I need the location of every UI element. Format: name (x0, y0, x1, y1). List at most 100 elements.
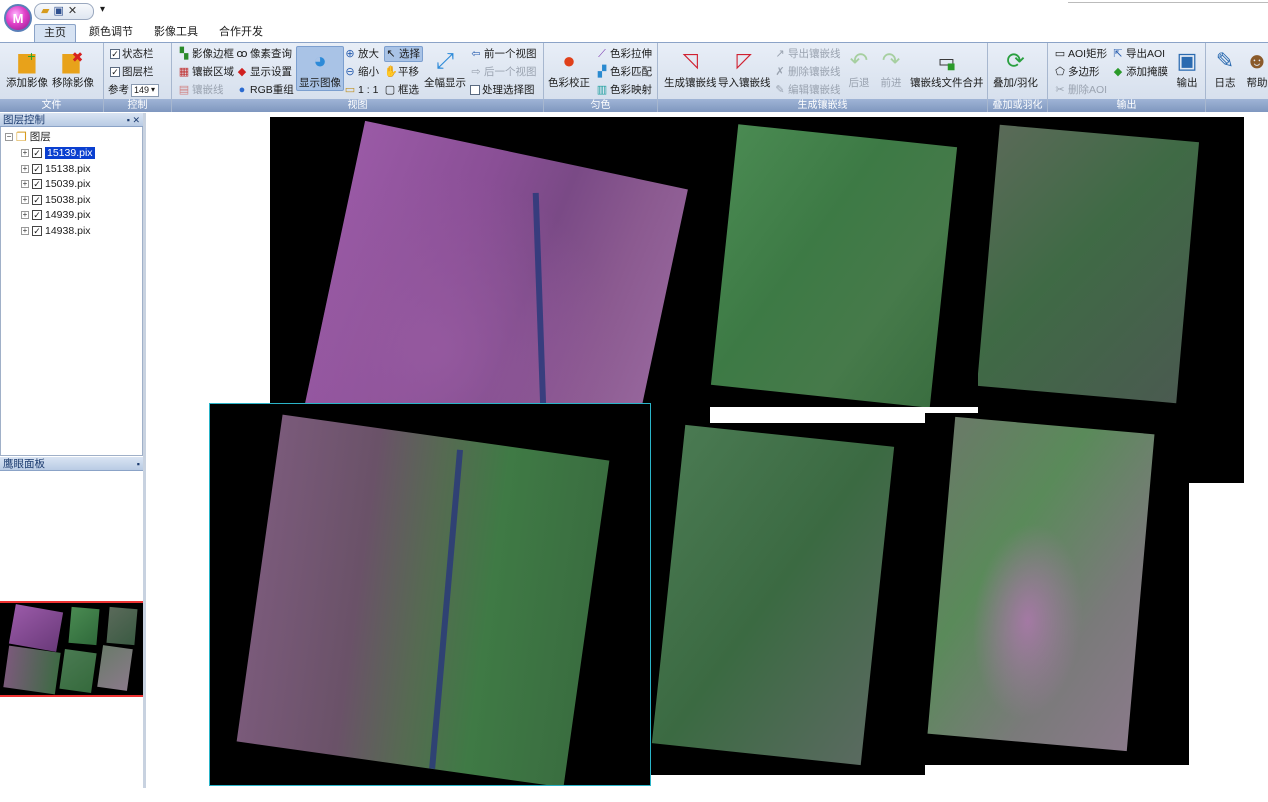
quick-access-dropdown[interactable]: ▾ (100, 4, 105, 15)
overlay-feather-button[interactable]: ⟳ 叠加/羽化 (993, 47, 1038, 90)
seamline-button[interactable]: ▤ 镶嵌线 (178, 82, 224, 98)
show-image-button[interactable]: ◕ 显示图像 (296, 46, 344, 91)
layer-item-14939[interactable]: + ✓ 14939.pix (21, 207, 91, 222)
layer-root[interactable]: − ❐ 图层 (5, 129, 51, 144)
polygon-button[interactable]: ⬠ 多边形 (1054, 64, 1099, 80)
satellite-scene (978, 124, 1200, 404)
color-mapping-icon: ▥ (596, 83, 608, 96)
color-mapping-button[interactable]: ▥ 色彩映射 (596, 82, 652, 98)
layer-item-15139[interactable]: + ✓ 15139.pix (21, 145, 95, 160)
select-tool-button[interactable]: ↖ 选择 (384, 46, 423, 62)
zoom-out-button[interactable]: ⊖ 缩小 (344, 64, 379, 80)
layer-checkbox[interactable]: ✓ (32, 209, 42, 220)
generate-seamline-button[interactable]: ◹ 生成镶嵌线 (664, 47, 717, 90)
undo-button[interactable]: ↶ 后退 (844, 47, 874, 90)
layer-item-15039[interactable]: + ✓ 15039.pix (21, 176, 91, 191)
layer-checkbox[interactable]: ✓ (32, 225, 42, 236)
one-to-one-button[interactable]: ▭ 1 : 1 (344, 82, 379, 98)
close-icon[interactable]: ✕ (68, 6, 77, 17)
overview-map[interactable] (0, 471, 143, 802)
next-view-button[interactable]: ⇨ 后一个视图 (470, 64, 536, 80)
map-view[interactable]: https://blog.csdn.net/C_Bright (147, 113, 1268, 788)
folder-open-icon[interactable]: ▰ (41, 6, 49, 17)
box-select-button[interactable]: ▢ 框选 (384, 82, 419, 98)
seamline-icon: ▤ (178, 83, 190, 96)
ribbon-tabs: 主页 颜色调节 影像工具 合作开发 (0, 24, 1268, 42)
layer-checkbox[interactable]: ✓ (32, 178, 42, 189)
layer-tree: − ❐ 图层 + ✓ 15139.pix + ✓ 15138.pix + ✓ 1… (0, 127, 143, 456)
hand-icon: ✋ (384, 65, 398, 78)
edit-seamline-button[interactable]: ✎ 编辑镶嵌线 (774, 82, 840, 98)
color-correction-button[interactable]: ● 色彩校正 (548, 47, 590, 90)
previous-view-button[interactable]: ⇦ 前一个视图 (470, 46, 536, 62)
zoom-in-button[interactable]: ⊕ 放大 (344, 46, 379, 62)
color-stretch-button[interactable]: ⟋ 色彩拉伸 (596, 46, 652, 62)
expand-icon[interactable]: + (21, 148, 29, 157)
tab-home[interactable]: 主页 (34, 24, 76, 42)
forward-arrow-icon: ⇨ (471, 65, 481, 78)
layerbar-toggle[interactable]: ✓ 图层栏 (110, 64, 154, 80)
add-image-button[interactable]: ▆ + 添加影像 (6, 47, 48, 90)
collapse-icon[interactable]: − (5, 132, 13, 141)
layer-item-14938[interactable]: + ✓ 14938.pix (21, 223, 91, 238)
layer-checkbox[interactable]: ✓ (32, 194, 42, 205)
output-button[interactable]: ▣ 输出 (1172, 47, 1202, 90)
app-menu-button[interactable]: M (4, 4, 32, 32)
help-button[interactable]: ☻ 帮助 (1242, 47, 1268, 90)
checkbox-icon (470, 85, 480, 95)
layer-item-15038[interactable]: + ✓ 15038.pix (21, 192, 91, 207)
expand-icon[interactable]: + (21, 164, 29, 173)
redo-button[interactable]: ↷ 前进 (876, 47, 906, 90)
pin-close-icons[interactable]: ▪ ✕ (127, 113, 140, 127)
tab-color-adjust[interactable]: 颜色调节 (80, 24, 142, 42)
add-mask-button[interactable]: ◆ 添加掩膜 (1112, 64, 1168, 80)
delete-aoi-button[interactable]: ✂ 删除AOI (1054, 82, 1107, 98)
merge-seamline-files-button[interactable]: ▭ ■ 镶嵌线文件合并 (910, 47, 984, 90)
redo-arrow-icon: ↷ (881, 48, 901, 73)
image-tile-14938[interactable] (925, 413, 1189, 765)
image-tile-14939[interactable] (209, 403, 651, 786)
aoi-rectangle-button[interactable]: ▭ AOI矩形 (1054, 46, 1107, 62)
process-selected-button[interactable]: 处理选择图 (470, 82, 535, 98)
layer-checkbox[interactable]: ✓ (32, 163, 42, 174)
pixel-query-button[interactable]: ꝏ 像素查询 (236, 46, 292, 62)
layer-item-15138[interactable]: + ✓ 15138.pix (21, 161, 91, 176)
expand-icon[interactable]: + (21, 226, 29, 235)
title-bar: M ▰ ▣ ✕ ▾ (0, 0, 1268, 32)
tab-cooperation[interactable]: 合作开发 (210, 24, 272, 42)
left-panel: 图层控制 ▪ ✕ − ❐ 图层 + ✓ 15139.pix + ✓ 15138.… (0, 113, 146, 788)
log-button[interactable]: ✎ 日志 (1210, 47, 1240, 90)
expand-icon[interactable]: + (21, 195, 29, 204)
group-output: ▭ AOI矩形 ⬠ 多边形 ✂ 删除AOI ⇱ 导出AOI ◆ 添加掩膜 ▣ 输出 输出 (1048, 43, 1206, 112)
expand-icon[interactable]: + (21, 210, 29, 219)
import-seamline-button[interactable]: ◸ 导入镶嵌线 (718, 47, 771, 90)
image-tile-15038[interactable] (650, 423, 925, 775)
group-seamline: ◹ 生成镶嵌线 ◸ 导入镶嵌线 ↗ 导出镶嵌线 ✗ 删除镶嵌线 ✎ 编辑镶嵌线 ↶ 后… (658, 43, 988, 112)
remove-image-button[interactable]: ▆ ✖ 移除影像 (52, 47, 94, 90)
full-extent-button[interactable]: ⤢ 全幅显示 (424, 47, 466, 90)
reference-selector[interactable]: 参考 149 ▾ (108, 82, 159, 98)
pan-tool-button[interactable]: ✋ 平移 (384, 64, 419, 80)
group-view-label: 视图 (172, 99, 543, 112)
export-seamline-button[interactable]: ↗ 导出镶嵌线 (774, 46, 840, 62)
satellite-scene (927, 416, 1155, 752)
layer-checkbox[interactable]: ✓ (32, 147, 42, 158)
image-tile-15138[interactable] (710, 117, 978, 407)
display-settings-button[interactable]: ◆ 显示设置 (236, 64, 292, 80)
save-icon[interactable]: ▣ (53, 6, 63, 17)
image-border-button[interactable]: ▚ 影像边框 (178, 46, 234, 62)
group-color-balance: ● 色彩校正 ⟋ 色彩拉伸 ▞ 色彩匹配 ▥ 色彩映射 匀色 (544, 43, 658, 112)
binoculars-icon: ꝏ (236, 47, 248, 60)
mosaic-area-button[interactable]: ▦ 镶嵌区域 (178, 64, 234, 80)
statusbar-toggle[interactable]: ✓ 状态栏 (110, 46, 154, 62)
rgb-recombine-button[interactable]: ● RGB重组 (236, 82, 294, 98)
color-match-button[interactable]: ▞ 色彩匹配 (596, 64, 652, 80)
pin-icon[interactable]: ▪ (137, 457, 140, 471)
expand-icon[interactable]: + (21, 179, 29, 188)
delete-seamline-button[interactable]: ✗ 删除镶嵌线 (774, 64, 840, 80)
overview-tile (59, 648, 97, 694)
export-aoi-button[interactable]: ⇱ 导出AOI (1112, 46, 1165, 62)
overview-viewport[interactable] (0, 601, 143, 697)
add-mask-icon: ◆ (1113, 65, 1123, 78)
tab-image-tools[interactable]: 影像工具 (145, 24, 207, 42)
